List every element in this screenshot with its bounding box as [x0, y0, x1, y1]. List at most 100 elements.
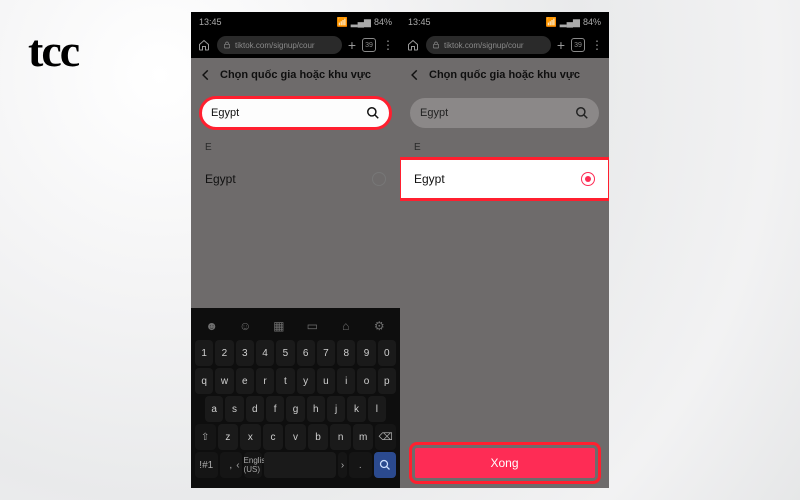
- key-x[interactable]: x: [240, 424, 261, 450]
- key-w[interactable]: w: [215, 368, 233, 394]
- list-section-header: E: [400, 136, 609, 159]
- key-q[interactable]: q: [195, 368, 213, 394]
- tab-count[interactable]: 39: [362, 38, 376, 52]
- key-6[interactable]: 6: [297, 340, 315, 366]
- key-3[interactable]: 3: [236, 340, 254, 366]
- search-input[interactable]: [420, 107, 569, 119]
- key-k[interactable]: k: [347, 396, 365, 422]
- page-title: Chọn quốc gia hoặc khu vực: [406, 69, 603, 81]
- status-bar: 13:45 📶 ▂▄▆ 84%: [400, 12, 609, 32]
- key-5[interactable]: 5: [276, 340, 294, 366]
- key-a[interactable]: a: [205, 396, 223, 422]
- search-input[interactable]: [211, 107, 360, 119]
- country-row-selected[interactable]: Egypt: [400, 159, 609, 199]
- page-header: Chọn quốc gia hoặc khu vực: [191, 58, 400, 92]
- key-d[interactable]: d: [246, 396, 264, 422]
- key-!#1[interactable]: !#1: [195, 452, 218, 478]
- key-⇧[interactable]: ⇧: [195, 424, 216, 450]
- url-bar[interactable]: tiktok.com/signup/cour: [217, 36, 342, 54]
- key-4[interactable]: 4: [256, 340, 274, 366]
- key-enter[interactable]: [374, 452, 397, 478]
- country-row[interactable]: Egypt: [191, 159, 400, 199]
- tab-count[interactable]: 39: [571, 38, 585, 52]
- key-f[interactable]: f: [266, 396, 284, 422]
- key-r[interactable]: r: [256, 368, 274, 394]
- signal-icon: ▂▄▆: [351, 17, 371, 28]
- status-time: 13:45: [408, 17, 431, 27]
- key-e[interactable]: e: [236, 368, 254, 394]
- wifi-icon: 📶: [546, 17, 557, 28]
- key-m[interactable]: m: [353, 424, 374, 450]
- key-l[interactable]: l: [368, 396, 386, 422]
- key-[interactable]: [264, 452, 336, 478]
- kb-settings-icon[interactable]: ⚙: [370, 319, 388, 333]
- kb-row-zxcv: ⇧zxcvbnm⌫: [195, 424, 396, 450]
- search-input-wrapper[interactable]: [201, 98, 390, 128]
- key-p[interactable]: p: [378, 368, 396, 394]
- key-⌫[interactable]: ⌫: [375, 424, 396, 450]
- screenshot-pair: 13:45 📶 ▂▄▆ 84% tiktok.com/signup/cour +…: [191, 12, 609, 488]
- menu-icon[interactable]: ⋮: [591, 38, 603, 52]
- key-8[interactable]: 8: [337, 340, 355, 366]
- key-g[interactable]: g: [286, 396, 304, 422]
- key-.[interactable]: .: [349, 452, 372, 478]
- key-[interactable]: ‹English (US): [244, 452, 262, 478]
- browser-bar: tiktok.com/signup/cour + 39 ⋮: [400, 32, 609, 58]
- kb-emoji-icon[interactable]: ☻: [203, 319, 221, 333]
- page-title: Chọn quốc gia hoặc khu vực: [197, 69, 394, 81]
- key-n[interactable]: n: [330, 424, 351, 450]
- kb-clipboard-icon[interactable]: ▭: [303, 319, 321, 333]
- search-icon[interactable]: [366, 106, 380, 120]
- status-time: 13:45: [199, 17, 222, 27]
- on-screen-keyboard[interactable]: ☻ ☺ ▦ ▭ ⌂ ⚙ 1234567890 qwertyuiop asdfgh…: [191, 308, 400, 488]
- key-u[interactable]: u: [317, 368, 335, 394]
- key-j[interactable]: j: [327, 396, 345, 422]
- key-o[interactable]: o: [357, 368, 375, 394]
- page-header: Chọn quốc gia hoặc khu vực: [400, 58, 609, 92]
- key-1[interactable]: 1: [195, 340, 213, 366]
- signal-icon: ▂▄▆: [560, 17, 580, 28]
- country-label: Egypt: [205, 172, 236, 186]
- url-text: tiktok.com/signup/cour: [235, 41, 315, 50]
- key-z[interactable]: z: [218, 424, 239, 450]
- radio-selected-icon[interactable]: [581, 172, 595, 186]
- country-label: Egypt: [414, 172, 445, 186]
- home-icon[interactable]: [197, 38, 211, 52]
- key-9[interactable]: 9: [357, 340, 375, 366]
- done-button[interactable]: Xong: [415, 448, 595, 478]
- wifi-icon: 📶: [337, 17, 348, 28]
- key-h[interactable]: h: [307, 396, 325, 422]
- browser-bar: tiktok.com/signup/cour + 39 ⋮: [191, 32, 400, 58]
- key-2[interactable]: 2: [215, 340, 233, 366]
- key-7[interactable]: 7: [317, 340, 335, 366]
- kb-row-qwerty: qwertyuiop: [195, 368, 396, 394]
- search-input-wrapper[interactable]: [410, 98, 599, 128]
- key-b[interactable]: b: [308, 424, 329, 450]
- radio-unselected-icon[interactable]: [372, 172, 386, 186]
- battery-text: 84%: [374, 17, 392, 27]
- url-text: tiktok.com/signup/cour: [444, 41, 524, 50]
- key-y[interactable]: y: [297, 368, 315, 394]
- brand-logo: tcc: [28, 24, 78, 77]
- key-t[interactable]: t: [276, 368, 294, 394]
- url-bar[interactable]: tiktok.com/signup/cour: [426, 36, 551, 54]
- new-tab-icon[interactable]: +: [557, 37, 565, 53]
- key-s[interactable]: s: [225, 396, 243, 422]
- status-bar: 13:45 📶 ▂▄▆ 84%: [191, 12, 400, 32]
- kb-smiley-icon[interactable]: ☺: [236, 319, 254, 333]
- key-›[interactable]: ›: [338, 452, 347, 478]
- kb-row-asdf: asdfghjkl: [195, 396, 396, 422]
- kb-row-bottom: !#1,‹English (US)›.: [195, 452, 396, 478]
- kb-gif-icon[interactable]: ▦: [270, 319, 288, 333]
- key-c[interactable]: c: [263, 424, 284, 450]
- key-i[interactable]: i: [337, 368, 355, 394]
- kb-mic-icon[interactable]: ⌂: [337, 319, 355, 333]
- phone-right: 13:45 📶 ▂▄▆ 84% tiktok.com/signup/cour +…: [400, 12, 609, 488]
- key-0[interactable]: 0: [378, 340, 396, 366]
- phone-left: 13:45 📶 ▂▄▆ 84% tiktok.com/signup/cour +…: [191, 12, 400, 488]
- new-tab-icon[interactable]: +: [348, 37, 356, 53]
- menu-icon[interactable]: ⋮: [382, 38, 394, 52]
- key-v[interactable]: v: [285, 424, 306, 450]
- home-icon[interactable]: [406, 38, 420, 52]
- search-icon[interactable]: [575, 106, 589, 120]
